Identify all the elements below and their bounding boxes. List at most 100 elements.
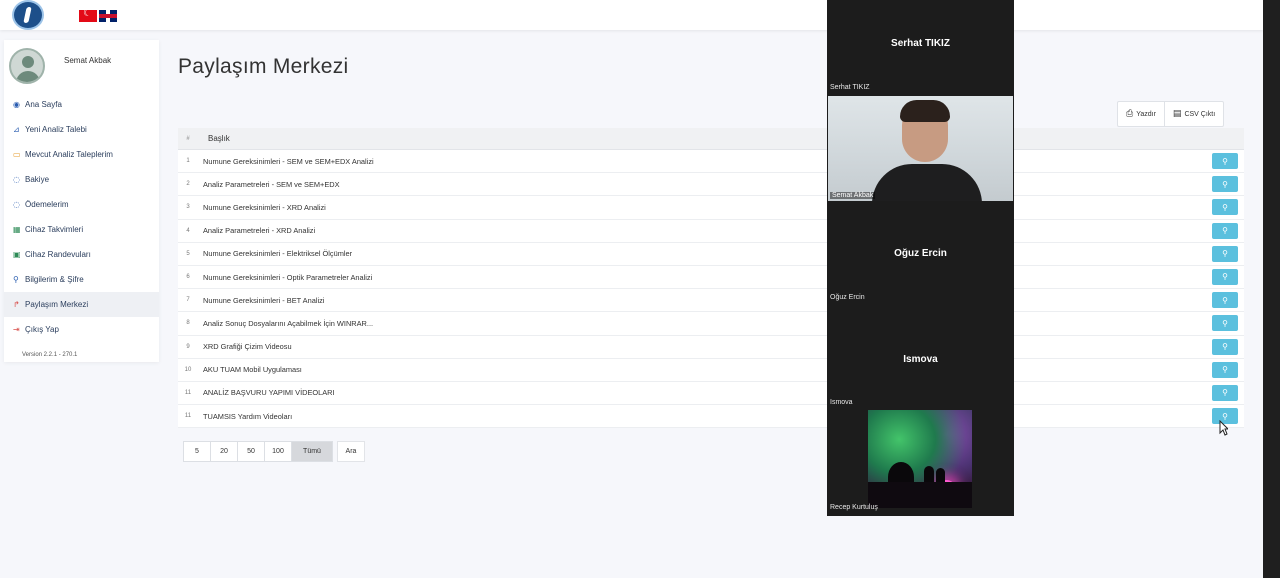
view-button[interactable]: ⚲ [1212,176,1238,193]
view-button[interactable]: ⚲ [1212,315,1238,332]
version-text: Version 2.2.1 - 270.1 [22,352,78,358]
documents-table: # Başlık 1 Numune Gereksinimleri - SEM ve… [178,128,1244,429]
page-size-option[interactable]: 100 [264,441,292,462]
row-number: 2 [186,181,190,188]
search-icon: ⚲ [1222,179,1228,189]
sidebar-item-label: Çıkış Yap [25,325,59,334]
sidebar-item[interactable]: ⚲ Bilgilerim & Şifre [4,267,159,292]
sidebar-item[interactable]: ▣ Cihaz Randevuları [4,242,159,267]
row-title: Numune Gereksinimleri - Elektriksel Ölçü… [203,249,353,259]
sidebar-item[interactable]: ◌ Ödemelerim [4,192,159,217]
row-title: ANALİZ BAŞVURU YAPIMI VİDEOLARI [203,388,335,398]
sidebar-item-icon: ⚲ [13,275,19,284]
english-flag-icon[interactable] [99,10,117,22]
sidebar: Semat Akbak ◉ Ana Sayfa ⊿ Yeni Analiz Taleb… [4,40,159,362]
row-title: Numune Gereksinimleri - XRD Analizi [203,202,326,212]
view-button[interactable]: ⚲ [1212,245,1238,262]
row-title: Numune Gereksinimleri - SEM ve SEM+EDX A… [203,156,374,166]
table-row: 11 ANALİZ BAŞVURU YAPIMI VİDEOLARI ⚲ [178,382,1244,406]
csv-export-button[interactable]: ▤ CSV Çıktı [1165,102,1223,126]
sidebar-item-label: Cihaz Randevuları [25,250,91,259]
view-button[interactable]: ⚲ [1212,153,1238,169]
print-button[interactable]: ⎙ Yazdır [1118,102,1165,126]
view-button[interactable]: ⚲ [1212,361,1238,378]
table-row: 6 Numune Gereksinimleri - Optik Parametre… [178,266,1244,290]
column-header-title[interactable]: Başlık [198,134,230,143]
sidebar-item-label: Cihaz Takvimleri [25,225,84,234]
table-header: # Başlık [178,128,1244,150]
view-button[interactable]: ⚲ [1212,292,1238,309]
logo-icon[interactable] [12,0,44,30]
sidebar-item-label: Ödemelerim [25,200,69,209]
page-size-option[interactable]: 20 [210,441,238,462]
page-title: Paylaşım Merkezi [178,55,349,78]
participant-label: Serhat TIKIZ [830,84,870,91]
table-row: 8 Analiz Sonuç Dosyalarını Açabilmek İçin… [178,312,1244,336]
camera-person-body [872,164,982,201]
file-icon: ▤ [1172,109,1182,119]
row-title: Analiz Sonuç Dosyalarını Açabilmek İçin … [203,318,374,328]
table-row: 2 Analiz Parametreleri - SEM ve SEM+EDX ⚲ [178,173,1244,197]
sidebar-item-icon: ↱ [13,300,20,309]
search-icon: ⚲ [1222,156,1228,166]
column-header-number: # [186,135,190,142]
page-size-option[interactable]: Tümü [291,441,333,462]
sidebar-item-icon: ▭ [13,150,21,159]
sidebar-item[interactable]: ↱ Paylaşım Merkezi [4,292,159,317]
view-button[interactable]: ⚲ [1212,199,1238,216]
sidebar-item[interactable]: ⊿ Yeni Analiz Talebi [4,117,159,142]
participant-name-tile: Ismova [903,354,938,365]
participant-name-tile: Oğuz Ercin [894,248,947,259]
sidebar-item[interactable]: ▭ Mevcut Analiz Taleplerim [4,142,159,167]
search-icon: ⚲ [1222,295,1228,305]
search-icon: ⚲ [1222,272,1228,282]
sidebar-item-label: Bakiye [25,175,50,184]
search-icon: ⚲ [1222,342,1228,351]
row-title: AKU TUAM Mobil Uygulaması [203,365,302,375]
turkish-flag-icon[interactable] [79,8,97,22]
sidebar-item-icon: ⇥ [13,325,20,334]
sidebar-item-label: Yeni Analiz Talebi [25,125,87,134]
page-size-option[interactable]: 5 [183,441,211,462]
participant-name-tile: Serhat TIKIZ [891,38,950,49]
row-number: 1 [186,158,190,165]
search-icon: ⚲ [1222,226,1228,236]
sidebar-item[interactable]: ▦ Cihaz Takvimleri [4,217,159,242]
sidebar-item-icon: ◉ [13,100,20,109]
sidebar-item-label: Paylaşım Merkezi [25,300,89,309]
table-row: 10 AKU TUAM Mobil Uygulaması ⚲ [178,359,1244,382]
row-title: Numune Gereksinimleri - BET Analizi [203,295,325,305]
table-row: 9 XRD Grafiği Çizim Videosu ⚲ [178,336,1244,359]
view-button[interactable]: ⚲ [1212,384,1238,401]
page-size-pager: 5 20 50 100 Tümü Ara [183,441,365,462]
row-number: 7 [186,297,190,304]
table-row: 7 Numune Gereksinimleri - BET Analizi ⚲ [178,289,1244,313]
row-title: Analiz Parametreleri - XRD Analizi [203,226,316,236]
search-icon: ⚲ [1222,318,1228,328]
user-name: Semat Akbak [64,56,112,65]
sidebar-item[interactable]: ⇥ Çıkış Yap [4,317,159,342]
participant-label: Ismova [830,399,853,406]
sidebar-item[interactable]: ◌ Bakiye [4,167,159,192]
row-title: TUAMSIS Yardım Videoları [203,411,293,421]
page-size-option[interactable]: 50 [237,441,265,462]
top-header [0,0,1263,30]
participant-camera-video: Semat Akbak [828,96,1013,201]
view-button[interactable]: ⚲ [1212,338,1238,355]
sidebar-item[interactable]: ◉ Ana Sayfa [4,92,159,117]
row-title: Analiz Parametreleri - SEM ve SEM+EDX [203,179,340,189]
view-button[interactable]: ⚲ [1212,222,1238,239]
window-edge-strip [1263,0,1280,578]
row-number: 11 [184,389,192,396]
csv-button-label: CSV Çıktı [1184,110,1216,118]
app-window: Semat Akbak ◉ Ana Sayfa ⊿ Yeni Analiz Taleb… [0,0,1263,578]
search-icon: ⚲ [1222,365,1228,375]
table-search-button[interactable]: Ara [337,441,365,462]
sidebar-item-icon: ◌ [13,175,20,184]
row-number: 8 [186,320,190,327]
table-row: 11 TUAMSIS Yardım Videoları ⚲ [178,405,1244,429]
sidebar-item-icon: ▦ [13,225,21,234]
export-button-group: ⎙ Yazdır ▤ CSV Çıktı [1117,101,1225,127]
view-button[interactable]: ⚲ [1212,268,1238,285]
row-number: 5 [186,250,190,257]
